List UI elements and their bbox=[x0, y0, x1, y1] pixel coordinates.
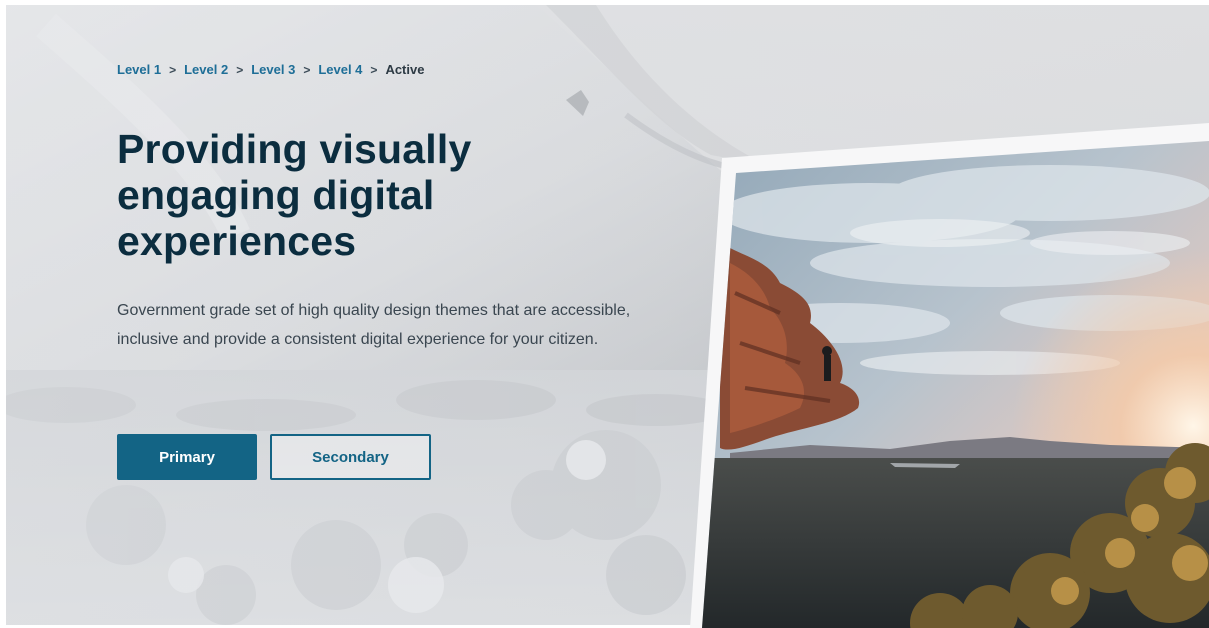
breadcrumb: Level 1 > Level 2 > Level 3 > Level 4 > … bbox=[117, 62, 424, 77]
breadcrumb-separator: > bbox=[303, 62, 311, 77]
hero-banner: Level 1 > Level 2 > Level 3 > Level 4 > … bbox=[0, 0, 1209, 628]
page-title-line-1: Providing visually bbox=[117, 126, 472, 172]
page-title-line-2: engaging digital bbox=[117, 172, 435, 218]
breadcrumb-level-4[interactable]: Level 4 bbox=[318, 62, 362, 77]
breadcrumb-separator: > bbox=[370, 62, 378, 77]
page-title-line-3: experiences bbox=[117, 218, 357, 264]
primary-button[interactable]: Primary bbox=[117, 434, 257, 480]
breadcrumb-separator: > bbox=[236, 62, 244, 77]
breadcrumb-level-3[interactable]: Level 3 bbox=[251, 62, 295, 77]
feature-image bbox=[690, 123, 1209, 628]
breadcrumb-level-2[interactable]: Level 2 bbox=[184, 62, 228, 77]
breadcrumb-separator: > bbox=[169, 62, 177, 77]
page-title: Providing visually engaging digital expe… bbox=[117, 126, 637, 264]
breadcrumb-active: Active bbox=[385, 62, 425, 77]
secondary-button[interactable]: Secondary bbox=[270, 434, 431, 480]
breadcrumb-level-1[interactable]: Level 1 bbox=[117, 62, 161, 77]
hero-description: Government grade set of high quality des… bbox=[117, 302, 631, 348]
